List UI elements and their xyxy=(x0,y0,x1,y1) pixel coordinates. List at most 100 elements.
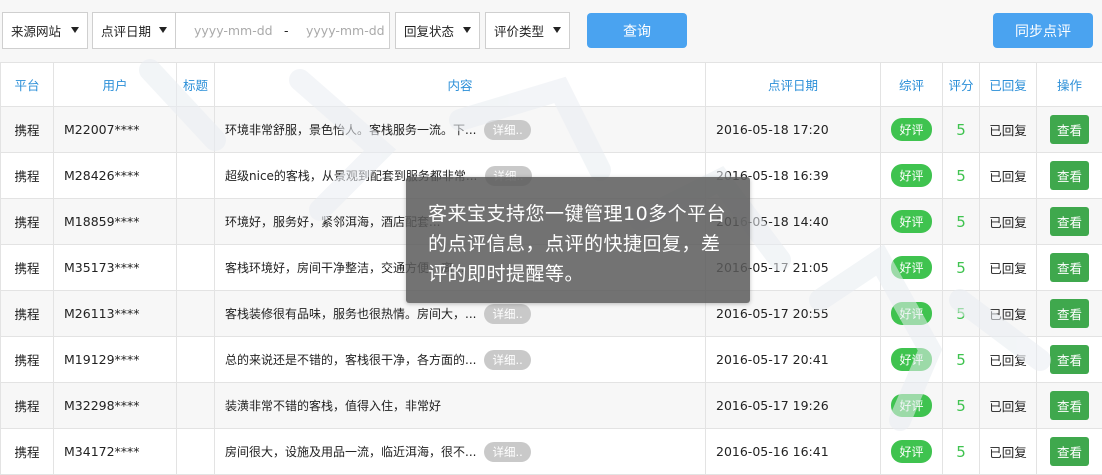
action-cell: 查看 xyxy=(1036,336,1102,383)
view-button[interactable]: 查看 xyxy=(1049,437,1089,466)
header-platform[interactable]: 平台 xyxy=(0,62,54,107)
user-cell: M34172**** xyxy=(53,428,177,475)
source-site-label: 来源网站 xyxy=(11,24,62,39)
score-value: 5 xyxy=(956,350,966,369)
good-review-badge: 好评 xyxy=(891,348,932,371)
view-button[interactable]: 查看 xyxy=(1049,207,1089,236)
replied-cell: 已回复 xyxy=(979,106,1037,153)
header-score[interactable]: 评分 xyxy=(942,62,980,107)
score-value: 5 xyxy=(956,166,966,185)
reply-status-label: 回复状态 xyxy=(404,24,455,39)
date-cell: 2016-05-17 19:26 xyxy=(705,382,881,429)
score-cell: 5 xyxy=(942,382,980,429)
title-cell xyxy=(176,336,215,383)
action-cell: 查看 xyxy=(1036,106,1102,153)
content-text: 环境非常舒服，景色怡人。客栈服务一流。下... xyxy=(225,123,477,137)
query-button[interactable]: 查询 xyxy=(587,13,687,48)
more-details-button[interactable]: 详细.. xyxy=(484,349,531,370)
platform-cell: 携程 xyxy=(0,152,54,199)
view-button[interactable]: 查看 xyxy=(1049,345,1089,374)
score-value: 5 xyxy=(956,120,966,139)
platform-cell: 携程 xyxy=(0,382,54,429)
content-text: 客栈装修很有品味，服务也很热情。房间大，... xyxy=(225,307,477,321)
tooltip-text: 客来宝支持您一键管理10多个平台的点评信息，点评的快捷回复，差评的即时提醒等。 xyxy=(428,203,727,285)
content-cell: 总的来说还是不错的，客栈很干净，各方面的... 详细.. xyxy=(214,336,706,383)
user-cell: M18859**** xyxy=(53,198,177,245)
title-cell xyxy=(176,290,215,337)
header-content[interactable]: 内容 xyxy=(214,62,706,107)
table-row: 携程 M32298**** 装潢非常不错的客栈，值得入住，非常好 2016-05-17… xyxy=(0,382,1102,429)
more-details-button[interactable]: 详细.. xyxy=(484,441,531,462)
date-cell: 2016-05-18 17:20 xyxy=(705,106,881,153)
overall-cell: 好评 xyxy=(880,382,943,429)
good-review-badge: 好评 xyxy=(891,256,932,279)
header-overall[interactable]: 综评 xyxy=(880,62,943,107)
reply-status-select[interactable]: 回复状态 xyxy=(395,12,480,49)
view-button[interactable]: 查看 xyxy=(1049,253,1089,282)
content-text: 装潢非常不错的客栈，值得入住，非常好 xyxy=(225,399,442,413)
platform-cell: 携程 xyxy=(0,428,54,475)
platform-cell: 携程 xyxy=(0,106,54,153)
score-cell: 5 xyxy=(942,106,980,153)
title-cell xyxy=(176,106,215,153)
header-user[interactable]: 用户 xyxy=(53,62,177,107)
action-cell: 查看 xyxy=(1036,244,1102,291)
view-button[interactable]: 查看 xyxy=(1049,299,1089,328)
date-cell: 2016-05-16 16:41 xyxy=(705,428,881,475)
header-action[interactable]: 操作 xyxy=(1036,62,1102,107)
score-value: 5 xyxy=(956,442,966,461)
date-separator: - xyxy=(284,23,289,38)
view-button[interactable]: 查看 xyxy=(1049,391,1089,420)
caret-down-icon xyxy=(159,27,167,33)
good-review-badge: 好评 xyxy=(891,118,932,141)
view-button[interactable]: 查看 xyxy=(1049,115,1089,144)
date-cell: 2016-05-17 20:41 xyxy=(705,336,881,383)
title-cell xyxy=(176,428,215,475)
replied-cell: 已回复 xyxy=(979,152,1037,199)
date-range: yyyy-mm-dd - yyyy-mm-dd xyxy=(176,12,390,49)
replied-cell: 已回复 xyxy=(979,428,1037,475)
replied-cell: 已回复 xyxy=(979,198,1037,245)
content-text: 总的来说还是不错的，客栈很干净，各方面的... xyxy=(225,353,477,367)
header-title[interactable]: 标题 xyxy=(176,62,215,107)
content-cell: 环境非常舒服，景色怡人。客栈服务一流。下... 详细.. xyxy=(214,106,706,153)
user-cell: M19129**** xyxy=(53,336,177,383)
title-cell xyxy=(176,152,215,199)
table-header-row: 平台 用户 标题 内容 点评日期 综评 评分 已回复 操作 xyxy=(0,62,1102,107)
filter-toolbar: 来源网站 点评日期 yyyy-mm-dd - yyyy-mm-dd 回复状态 评… xyxy=(0,0,1102,62)
source-site-select[interactable]: 来源网站 xyxy=(2,12,88,49)
overall-cell: 好评 xyxy=(880,244,943,291)
end-date-input[interactable]: yyyy-mm-dd xyxy=(306,23,385,38)
review-date-select[interactable]: 点评日期 xyxy=(92,12,176,49)
overall-cell: 好评 xyxy=(880,290,943,337)
title-cell xyxy=(176,198,215,245)
overall-cell: 好评 xyxy=(880,198,943,245)
view-button[interactable]: 查看 xyxy=(1049,161,1089,190)
platform-cell: 携程 xyxy=(0,336,54,383)
table-row: 携程 M22007**** 环境非常舒服，景色怡人。客栈服务一流。下... 详细.. 2… xyxy=(0,106,1102,153)
score-cell: 5 xyxy=(942,290,980,337)
more-details-button[interactable]: 详细.. xyxy=(484,303,531,324)
header-date[interactable]: 点评日期 xyxy=(705,62,881,107)
start-date-input[interactable]: yyyy-mm-dd xyxy=(194,23,273,38)
review-type-select[interactable]: 评价类型 xyxy=(485,12,570,49)
score-cell: 5 xyxy=(942,336,980,383)
action-cell: 查看 xyxy=(1036,428,1102,475)
platform-cell: 携程 xyxy=(0,198,54,245)
review-date-label: 点评日期 xyxy=(101,24,152,39)
action-cell: 查看 xyxy=(1036,382,1102,429)
user-cell: M26113**** xyxy=(53,290,177,337)
overall-cell: 好评 xyxy=(880,428,943,475)
caret-down-icon xyxy=(71,27,79,33)
score-value: 5 xyxy=(956,396,966,415)
table-row: 携程 M19129**** 总的来说还是不错的，客栈很干净，各方面的... 详细.. 2… xyxy=(0,336,1102,383)
overall-cell: 好评 xyxy=(880,106,943,153)
user-cell: M28426**** xyxy=(53,152,177,199)
platform-cell: 携程 xyxy=(0,244,54,291)
platform-cell: 携程 xyxy=(0,290,54,337)
replied-cell: 已回复 xyxy=(979,244,1037,291)
more-details-button[interactable]: 详细.. xyxy=(484,119,531,140)
header-replied[interactable]: 已回复 xyxy=(979,62,1037,107)
sync-reviews-button[interactable]: 同步点评 xyxy=(993,13,1093,48)
action-cell: 查看 xyxy=(1036,198,1102,245)
